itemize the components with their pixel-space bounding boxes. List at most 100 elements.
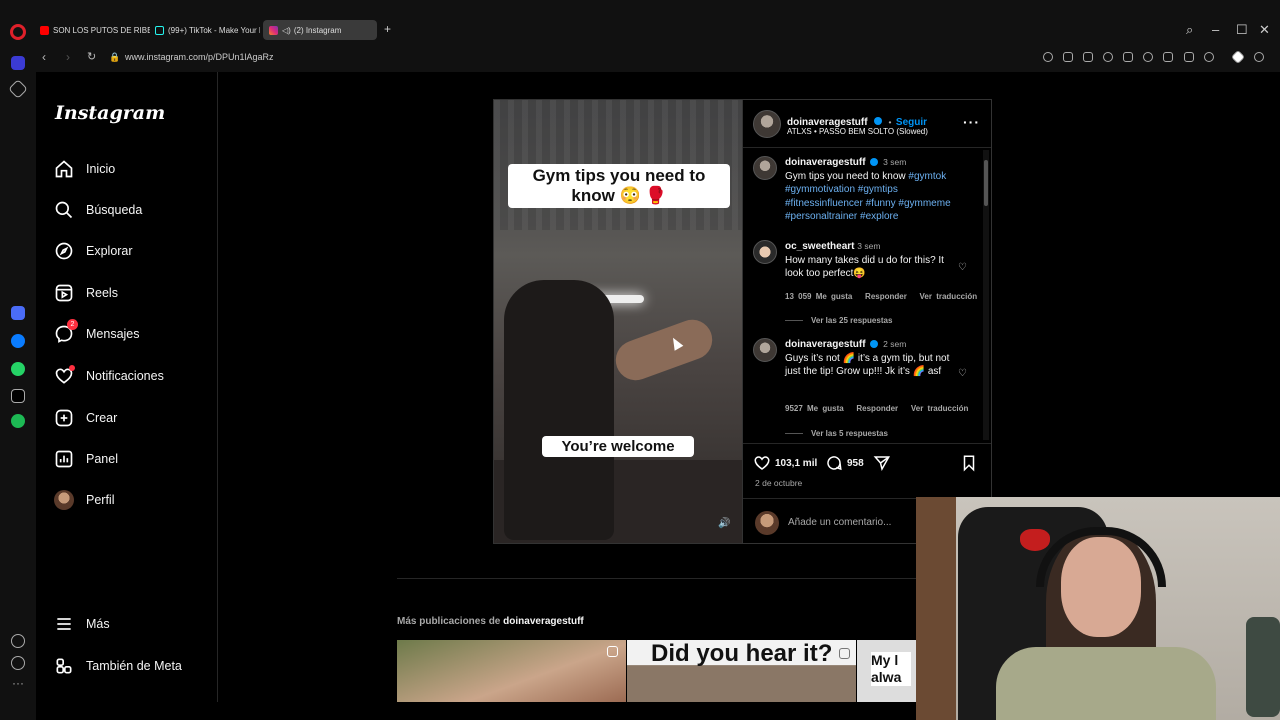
nav-label: Explorar bbox=[86, 244, 133, 258]
nav-also-from-meta[interactable]: También de Meta bbox=[54, 654, 182, 678]
edit-icon[interactable] bbox=[1063, 52, 1073, 62]
maximize-icon[interactable]: ☐ bbox=[1236, 22, 1248, 38]
spotify-icon[interactable] bbox=[11, 414, 25, 428]
nav-notifications[interactable]: Notificaciones bbox=[54, 364, 164, 388]
close-icon[interactable]: ✕ bbox=[1259, 22, 1270, 38]
nav-dashboard[interactable]: Panel bbox=[54, 447, 118, 471]
search-tabs-icon[interactable]: ⌕ bbox=[1186, 22, 1193, 38]
speaker-icon[interactable]: ◁) bbox=[282, 26, 291, 35]
translate-button[interactable]: Ver traducción bbox=[920, 292, 978, 301]
comment-author[interactable]: oc_sweetheart bbox=[785, 241, 854, 252]
translate-button[interactable]: Ver traducción bbox=[911, 404, 969, 413]
bookmark-icon bbox=[963, 455, 975, 472]
comment-likes[interactable]: 9527 Me gusta bbox=[785, 404, 844, 413]
messenger-icon[interactable] bbox=[11, 334, 25, 348]
profile-icon[interactable] bbox=[1204, 52, 1214, 62]
view-replies-button[interactable]: Ver las 5 respuestas bbox=[785, 429, 888, 438]
home-icon[interactable] bbox=[11, 56, 25, 70]
more-rail-icon[interactable]: ··· bbox=[11, 677, 25, 692]
song-link[interactable]: ATLXS • PASSO BEM SOLTO (Slowed) bbox=[787, 127, 928, 136]
address-bar[interactable]: www.instagram.com/p/DPUn1lAgaRz bbox=[125, 52, 274, 62]
nav-explore[interactable]: Explorar bbox=[54, 239, 133, 263]
post-thumbnail[interactable]: My l alwa bbox=[857, 640, 917, 702]
minimize-icon[interactable]: – bbox=[1212, 22, 1219, 37]
more-posts-heading: Más publicaciones de doinaveragestuff bbox=[397, 616, 584, 627]
opera-logo-icon[interactable] bbox=[10, 24, 26, 40]
view-replies-button[interactable]: Ver las 25 respuestas bbox=[785, 316, 892, 325]
comment-like-icon[interactable]: ♡ bbox=[958, 368, 967, 379]
nav-label: Reels bbox=[86, 286, 118, 300]
x-icon[interactable] bbox=[11, 389, 25, 403]
opera-sidebar: ··· bbox=[0, 56, 36, 720]
commenter-avatar[interactable] bbox=[753, 240, 777, 264]
nav-search[interactable]: Búsqueda bbox=[54, 198, 142, 222]
youtube-icon bbox=[40, 25, 49, 35]
verified-icon bbox=[874, 116, 883, 125]
nav-label: Perfil bbox=[86, 493, 115, 507]
history-icon[interactable] bbox=[11, 656, 25, 670]
tab-tiktok[interactable]: (99+) TikTok - Make Your D bbox=[155, 20, 260, 40]
reply-button[interactable]: Responder bbox=[865, 292, 907, 301]
save-button[interactable] bbox=[960, 454, 982, 472]
nav-profile[interactable]: Perfil bbox=[54, 488, 114, 512]
play-icon[interactable] bbox=[1123, 52, 1133, 62]
more-posts-prefix: Más publicaciones de bbox=[397, 616, 501, 627]
caption-author[interactable]: doinaveragestuff bbox=[785, 157, 866, 168]
search-icon bbox=[55, 201, 73, 219]
author-avatar[interactable] bbox=[753, 338, 777, 362]
shield-icon[interactable] bbox=[1103, 52, 1113, 62]
tab-youtube[interactable]: SON LOS PUTOS DE RIBEI bbox=[40, 20, 150, 40]
back-icon[interactable]: ‹ bbox=[42, 50, 46, 64]
pinboard-icon[interactable] bbox=[8, 79, 28, 99]
new-tab-button[interactable]: + bbox=[382, 23, 393, 35]
comments-scrollbar[interactable] bbox=[983, 150, 989, 440]
author-avatar[interactable] bbox=[753, 110, 781, 138]
post-thumbnail[interactable] bbox=[397, 640, 626, 702]
menu-icon[interactable] bbox=[1184, 52, 1194, 62]
nav-reels[interactable]: Reels bbox=[54, 281, 118, 305]
share-button[interactable] bbox=[873, 454, 895, 472]
zoom-icon[interactable] bbox=[1043, 52, 1053, 62]
settings-icon[interactable] bbox=[1254, 52, 1264, 62]
aria-icon[interactable] bbox=[11, 306, 25, 320]
post-header: doinaveragestuff • Seguir ATLXS • PASSO … bbox=[743, 100, 991, 148]
comment-button[interactable]: 958 bbox=[825, 454, 864, 472]
comment-text: How many takes did u do for this? It loo… bbox=[785, 254, 944, 280]
reply-button[interactable]: Responder bbox=[856, 404, 898, 413]
extension-icon[interactable] bbox=[1230, 49, 1246, 65]
user-avatar bbox=[755, 511, 779, 535]
tab-instagram[interactable]: ◁) (2) Instagram bbox=[263, 20, 377, 40]
post-date: 2 de octubre bbox=[755, 478, 803, 488]
caption-time: 3 sem bbox=[883, 157, 907, 167]
comments-list[interactable]: doinaveragestuff 3 sem Gym tips you need… bbox=[743, 148, 991, 443]
download-icon[interactable] bbox=[1163, 52, 1173, 62]
like-button[interactable]: 103,1 mil bbox=[753, 454, 817, 472]
more-options-icon[interactable]: ··· bbox=[963, 114, 980, 130]
post-thumbnail[interactable]: Did you hear it? bbox=[627, 640, 856, 702]
comment-input[interactable]: Añade un comentario... bbox=[788, 517, 891, 528]
more-posts-author[interactable]: doinaveragestuff bbox=[503, 616, 584, 627]
favorites-icon[interactable] bbox=[11, 634, 25, 648]
comment-like-icon[interactable]: ♡ bbox=[958, 262, 967, 273]
nav-more[interactable]: Más bbox=[54, 612, 110, 636]
author-avatar[interactable] bbox=[753, 156, 777, 180]
forward-icon[interactable]: › bbox=[66, 50, 70, 64]
webcam-overlay bbox=[916, 497, 1280, 720]
reload-icon[interactable]: ↻ bbox=[87, 50, 96, 63]
nav-messages[interactable]: 2 Mensajes bbox=[54, 319, 140, 346]
tab-label: (99+) TikTok - Make Your D bbox=[168, 25, 260, 35]
comment-likes[interactable]: 13 059 Me gusta bbox=[785, 292, 852, 301]
nav-create[interactable]: Crear bbox=[54, 406, 117, 430]
heart-icon[interactable] bbox=[1143, 52, 1153, 62]
comment-author[interactable]: doinaveragestuff bbox=[785, 339, 866, 350]
post-video[interactable]: Gym tips you need to know 😳 🥊 You’re wel… bbox=[493, 99, 743, 544]
whatsapp-icon[interactable] bbox=[11, 362, 25, 376]
scroll-thumb[interactable] bbox=[984, 160, 988, 206]
volume-icon[interactable]: 🔊 bbox=[718, 518, 730, 529]
comment-actions: 9527 Me gusta Responder Ver traducción bbox=[785, 404, 968, 413]
nav-label: Inicio bbox=[86, 162, 116, 176]
nav-home[interactable]: Inicio bbox=[54, 157, 115, 181]
instagram-logo[interactable]: Instagram bbox=[55, 102, 165, 124]
heart-icon bbox=[754, 456, 770, 470]
camera-icon[interactable] bbox=[1083, 52, 1093, 62]
